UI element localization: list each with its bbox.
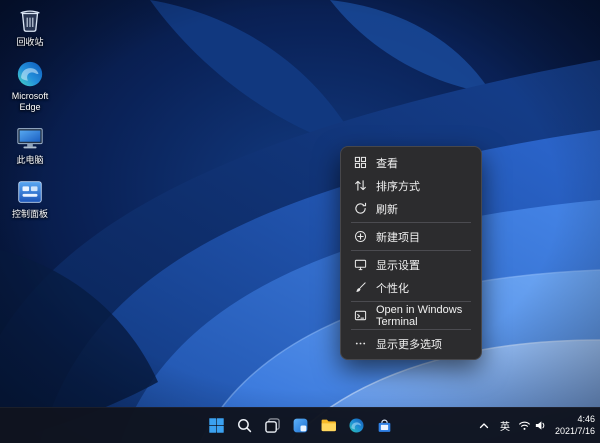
desktop-icon-recycle-bin[interactable]: 回收站	[2, 5, 58, 48]
menu-item-label: 显示设置	[376, 257, 420, 273]
edge-icon	[348, 417, 365, 434]
file-explorer-icon	[320, 417, 337, 434]
sort-icon	[353, 179, 367, 193]
desktop-icon-control-panel[interactable]: 控制面板	[2, 177, 58, 220]
view-icon	[353, 156, 367, 170]
menu-item-personalize[interactable]: 个性化	[341, 276, 481, 299]
desktop-icons: 回收站 Microsoft Edge	[2, 5, 58, 220]
file-explorer-button[interactable]	[316, 413, 340, 439]
menu-item-open-in-windows-terminal[interactable]: Open in Windows Terminal	[341, 304, 481, 327]
edge-icon	[15, 59, 45, 89]
volume-icon	[534, 419, 547, 432]
menu-item-label: 排序方式	[376, 178, 420, 194]
start-button[interactable]	[204, 413, 228, 439]
desktop-icon-label: 回收站	[16, 37, 43, 48]
display-settings-icon	[353, 258, 367, 272]
edge-button[interactable]	[344, 413, 368, 439]
control-panel-icon	[15, 177, 45, 207]
clock[interactable]: 4:46 2021/7/16	[555, 414, 595, 437]
menu-separator	[351, 250, 471, 251]
desktop: 回收站 Microsoft Edge	[0, 0, 600, 443]
desktop-context-menu: 查看 排序方式 刷新 新建项目	[340, 146, 482, 360]
menu-item-label: 显示更多选项	[376, 336, 442, 352]
widgets-icon	[292, 417, 309, 434]
task-view-icon	[264, 417, 281, 434]
network-icon	[518, 419, 531, 432]
menu-item-label: 查看	[376, 155, 398, 171]
terminal-icon	[353, 309, 367, 323]
tray-status-icons[interactable]	[518, 419, 547, 432]
more-options-icon	[353, 337, 367, 351]
taskbar-tray: 英 4:46 2021/7/16	[476, 408, 595, 443]
refresh-icon	[353, 202, 367, 216]
this-pc-icon	[15, 123, 45, 153]
desktop-icon-label: 控制面板	[12, 209, 48, 220]
menu-item-label: 个性化	[376, 280, 409, 296]
desktop-icon-this-pc[interactable]: 此电脑	[2, 123, 58, 166]
menu-separator	[351, 222, 471, 223]
recycle-bin-icon	[15, 5, 45, 35]
desktop-icon-label: 此电脑	[16, 155, 43, 166]
menu-item-label: 新建项目	[376, 229, 420, 245]
wallpaper[interactable]	[0, 0, 600, 443]
desktop-icon-microsoft-edge[interactable]: Microsoft Edge	[2, 59, 58, 113]
menu-item-label: 刷新	[376, 201, 398, 217]
taskbar-center	[204, 408, 396, 443]
search-icon	[236, 417, 253, 434]
task-view-button[interactable]	[260, 413, 284, 439]
chevron-up-icon	[478, 420, 490, 432]
menu-separator	[351, 329, 471, 330]
tray-chevron-button[interactable]	[476, 418, 492, 434]
taskbar: 英 4:46 2021/7/16	[0, 407, 600, 443]
language-indicator[interactable]: 英	[500, 418, 510, 433]
menu-item-refresh[interactable]: 刷新	[341, 197, 481, 220]
menu-separator	[351, 301, 471, 302]
clock-time: 4:46	[555, 414, 595, 426]
search-button[interactable]	[232, 413, 256, 439]
windows-logo-icon	[208, 417, 225, 434]
menu-item-view[interactable]: 查看	[341, 151, 481, 174]
menu-item-show-more-options[interactable]: 显示更多选项	[341, 332, 481, 355]
menu-item-label: Open in Windows Terminal	[376, 304, 469, 328]
new-item-icon	[353, 230, 367, 244]
desktop-icon-label: Microsoft Edge	[3, 91, 57, 113]
clock-date: 2021/7/16	[555, 426, 595, 438]
personalize-icon	[353, 281, 367, 295]
menu-item-sort-by[interactable]: 排序方式	[341, 174, 481, 197]
microsoft-store-button[interactable]	[372, 413, 396, 439]
menu-item-new[interactable]: 新建项目	[341, 225, 481, 248]
widgets-button[interactable]	[288, 413, 312, 439]
microsoft-store-icon	[376, 417, 393, 434]
menu-item-display-settings[interactable]: 显示设置	[341, 253, 481, 276]
